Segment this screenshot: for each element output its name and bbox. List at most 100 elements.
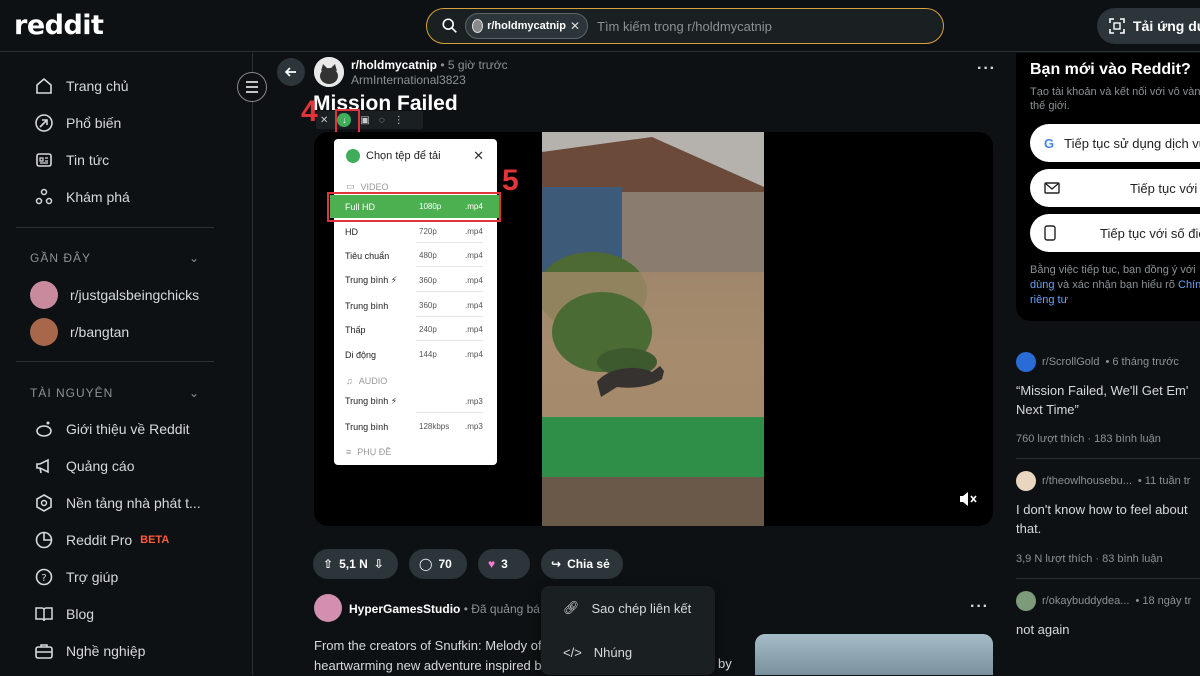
picture-in-picture-icon[interactable]: ▣ bbox=[360, 115, 369, 126]
sidebar-divider bbox=[16, 227, 214, 228]
chip-remove-icon[interactable]: ✕ bbox=[570, 19, 580, 33]
menu-item-label: Sao chép liên kết bbox=[591, 600, 692, 616]
hexagon-icon bbox=[36, 494, 52, 512]
subreddit-search-chip[interactable]: r/holdmycatnip ✕ bbox=[465, 13, 588, 39]
sidebar-item-careers[interactable]: Nghề nghiệp bbox=[16, 633, 226, 669]
chevron-down-icon: ⌄ bbox=[188, 251, 200, 265]
download-option-audio-fast[interactable]: Trung bình ⚡ .mp3 bbox=[334, 390, 497, 413]
sidebar-item-label: Nghề nghiệp bbox=[66, 643, 146, 659]
recent-post-divider bbox=[1016, 458, 1200, 459]
sidebar-item-bangtan[interactable]: r/bangtan bbox=[16, 314, 226, 350]
comments-button[interactable]: ◯ 70 bbox=[409, 549, 467, 579]
back-button[interactable] bbox=[277, 58, 305, 86]
recent-post-subreddit[interactable]: r/ScrollGold • 6 tháng trước bbox=[1016, 352, 1179, 372]
sidebar-item-label: Tin tức bbox=[66, 152, 110, 168]
lightbulb-icon[interactable]: ◌ bbox=[379, 115, 385, 126]
get-app-button[interactable]: Tải ứng dụ bbox=[1097, 8, 1200, 44]
subtitle-lines-icon: ≡ bbox=[346, 447, 352, 457]
post-subreddit-link[interactable]: r/holdmycatnip bbox=[351, 58, 437, 72]
award-button[interactable]: ♥ 3 bbox=[478, 549, 530, 579]
download-option-low[interactable]: Thấp 240p .mp4 bbox=[334, 318, 497, 341]
sidebar-item-reddit-pro[interactable]: Reddit Pro BETA bbox=[16, 522, 226, 558]
post-author[interactable]: ArmInternational3823 bbox=[351, 73, 466, 87]
recent-post-title[interactable]: not again bbox=[1016, 620, 1200, 639]
cat-video-still bbox=[537, 132, 764, 526]
video-frame bbox=[537, 132, 764, 526]
sidebar-item-justgalsbeingchicks[interactable]: r/justgalsbeingchicks bbox=[16, 277, 226, 313]
toolbar-more-icon[interactable]: ⋮ bbox=[394, 115, 404, 126]
arrow-left-icon bbox=[284, 67, 296, 77]
sidebar-item-advertise[interactable]: Quảng cáo bbox=[16, 448, 226, 484]
chevron-down-icon: ⌄ bbox=[188, 386, 200, 400]
sidebar-item-help[interactable]: ? Trợ giúp bbox=[16, 559, 226, 595]
ad-image[interactable] bbox=[755, 634, 993, 675]
subtitle-section-heading: ≡ PHỤ ĐỀ bbox=[346, 447, 392, 457]
download-panel-close-icon[interactable]: ✕ bbox=[473, 148, 484, 164]
community-avatar bbox=[30, 281, 58, 309]
pie-chart-icon bbox=[35, 531, 53, 549]
sidebar-toggle-button[interactable] bbox=[237, 72, 267, 102]
sidebar-item-explore[interactable]: Khám phá bbox=[16, 179, 226, 215]
download-option-audio-128[interactable]: Trung bình 128kbps .mp3 bbox=[334, 415, 497, 438]
recent-section-toggle[interactable]: GẦN ĐÂY ⌄ bbox=[30, 251, 200, 265]
highlight-box-download bbox=[335, 109, 360, 134]
recent-heading: GẦN ĐÂY bbox=[30, 251, 92, 265]
share-button[interactable]: ↪ Chia sẻ bbox=[541, 549, 623, 579]
download-option-medium-fast[interactable]: Trung bình ⚡ 360p .mp4 bbox=[334, 269, 497, 292]
recent-post-title[interactable]: I don't know how to feel about that. bbox=[1016, 500, 1200, 538]
hamburger-icon bbox=[246, 81, 258, 93]
download-option-standard[interactable]: Tiêu chuẩn 480p .mp4 bbox=[334, 244, 497, 267]
promoted-tag: • Đã quảng bá bbox=[463, 602, 540, 616]
embed-menu-item[interactable]: </> Nhúng bbox=[563, 645, 632, 660]
sidebar-item-home[interactable]: Trang chủ bbox=[16, 68, 226, 104]
reddit-logo[interactable]: reddit bbox=[14, 10, 104, 41]
share-label: Chia sẻ bbox=[567, 557, 610, 571]
search-bar[interactable]: r/holdmycatnip ✕ Tìm kiếm trong r/holdmy… bbox=[426, 8, 944, 44]
advertiser-avatar[interactable] bbox=[314, 594, 342, 622]
continue-phone-button[interactable]: Tiếp tục với số điện bbox=[1030, 214, 1200, 252]
subreddit-avatar[interactable] bbox=[314, 57, 344, 87]
help-icon: ? bbox=[35, 568, 53, 586]
news-icon bbox=[36, 153, 52, 167]
download-option-hd[interactable]: HD 720p .mp4 bbox=[334, 220, 497, 243]
sidebar-item-developer-platform[interactable]: Nền tảng nhà phát t... bbox=[16, 485, 226, 521]
recent-post-subreddit[interactable]: r/theowlhousebu... • 11 tuần tr bbox=[1016, 471, 1190, 491]
post-more-options-icon[interactable]: ··· bbox=[977, 60, 996, 78]
sidebar-item-label: r/bangtan bbox=[70, 324, 130, 340]
community-avatar bbox=[30, 318, 58, 346]
downloader-logo-icon bbox=[346, 149, 360, 163]
downvote-icon[interactable]: ⇩ bbox=[374, 557, 384, 571]
copy-link-menu-item[interactable]: 🔗︎ Sao chép liên kết bbox=[563, 600, 691, 616]
recent-post-title[interactable]: “Mission Failed, We'll Get Em' Next Time” bbox=[1016, 381, 1200, 419]
community-avatar bbox=[1016, 471, 1036, 491]
ad-more-options-icon[interactable]: ··· bbox=[970, 598, 989, 616]
left-sidebar: Trang chủ Phổ biến Tin tức Khám phá GẦN … bbox=[0, 53, 253, 675]
resources-section-toggle[interactable]: TÀI NGUYÊN ⌄ bbox=[30, 386, 200, 400]
download-option-mobile[interactable]: Di động 144p .mp4 bbox=[334, 343, 497, 366]
subreddit-chip-avatar bbox=[472, 19, 484, 33]
advertiser-name[interactable]: HyperGamesStudio bbox=[349, 602, 460, 616]
download-file-panel: Chọn tệp để tải ✕ ▭ VIDEO Full HD 1080p .mp… bbox=[330, 139, 499, 465]
download-option-medium[interactable]: Trung bình 360p .mp4 bbox=[334, 294, 497, 317]
sidebar-item-blog[interactable]: Blog bbox=[16, 596, 226, 632]
recent-post-subreddit[interactable]: r/okaybuddydea... • 18 ngày tr bbox=[1016, 591, 1191, 611]
continue-google-button[interactable]: G Tiếp tục sử dụng dịch vụ bbox=[1030, 124, 1200, 162]
privacy-link-continued[interactable]: riêng tư bbox=[1030, 294, 1068, 306]
terms-link[interactable]: dùng bbox=[1030, 279, 1054, 291]
home-icon bbox=[36, 77, 52, 94]
continue-email-button[interactable]: Tiếp tục với em bbox=[1030, 169, 1200, 207]
sidebar-item-popular[interactable]: Phổ biến bbox=[16, 105, 226, 141]
upvote-icon[interactable]: ⇧ bbox=[323, 557, 333, 571]
privacy-link[interactable]: Chín bbox=[1178, 279, 1200, 291]
toolbar-close-icon[interactable]: ✕ bbox=[320, 115, 328, 126]
sidebar-item-news[interactable]: Tin tức bbox=[16, 142, 226, 178]
button-label: Tiếp tục với em bbox=[1130, 180, 1200, 196]
sidebar-item-about-reddit[interactable]: Giới thiệu về Reddit bbox=[16, 411, 226, 447]
search-input[interactable]: Tìm kiếm trong r/holdmycatnip bbox=[597, 19, 772, 34]
download-panel-title: Chọn tệp để tải bbox=[366, 150, 441, 162]
mute-button[interactable] bbox=[958, 490, 978, 513]
video-section-heading: ▭ VIDEO bbox=[346, 181, 389, 192]
sidebar-item-label: Blog bbox=[66, 606, 95, 622]
sidebar-item-label: Quảng cáo bbox=[66, 458, 135, 474]
comment-bubble-icon: ◯ bbox=[419, 557, 433, 571]
